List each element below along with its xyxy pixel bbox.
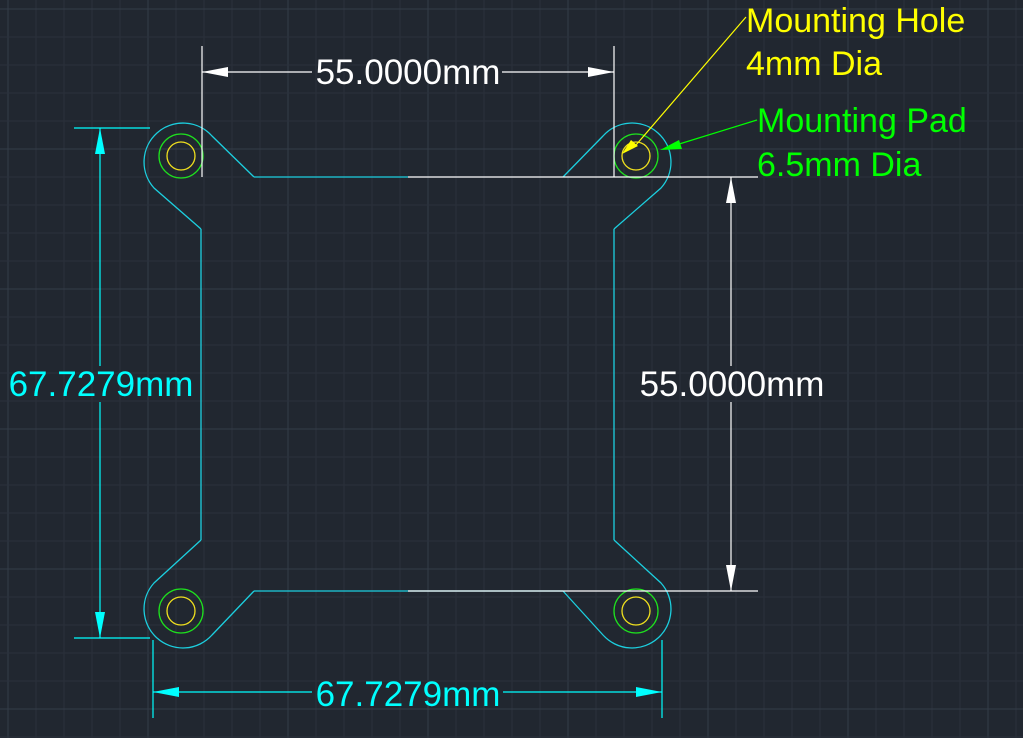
leader-line (675, 119, 758, 146)
dimension-label-right: 55.0000mm (640, 365, 825, 404)
hole-circle (166, 596, 196, 626)
arrowhead (95, 128, 105, 154)
hole-circle (621, 596, 651, 626)
pad-circle (158, 588, 204, 634)
callout-hole-line1: Mounting Hole (746, 2, 965, 40)
pad-circle (613, 133, 659, 179)
callout-hole-line2: 4mm Dia (746, 45, 882, 83)
arrowhead (588, 67, 614, 77)
dimension-label-bottom: 67.7279mm (316, 675, 501, 714)
outline-top-right-lobe (562, 122, 672, 230)
outline-top-left-lobe (143, 122, 255, 230)
arrowhead (202, 67, 228, 77)
leader-arrowhead (660, 140, 682, 150)
cad-drawing-canvas[interactable]: 55.0000mm 55.0000mm 67.7279mm 67.7279mm … (0, 0, 1023, 738)
mounting-pad-bottom-left[interactable] (158, 588, 204, 634)
dimension-right-vertical[interactable]: 55.0000mm (408, 176, 825, 592)
dimension-bottom-horizontal[interactable]: 67.7279mm (152, 640, 663, 718)
mounting-pad-bottom-right[interactable] (613, 588, 659, 634)
arrowhead (636, 687, 662, 697)
dimension-label-left: 67.7279mm (9, 365, 194, 404)
arrowhead (726, 177, 736, 203)
hole-circle (166, 141, 196, 171)
mounting-pad-top-left[interactable] (158, 133, 204, 179)
arrowhead (153, 687, 179, 697)
pad-circle (158, 133, 204, 179)
callout-mounting-pad[interactable]: Mounting Pad 6.5mm Dia (660, 102, 967, 184)
outline-bottom-left-lobe (143, 539, 255, 649)
arrowhead (726, 565, 736, 591)
outline-bottom-right-lobe (562, 539, 672, 649)
callout-pad-line1: Mounting Pad (757, 102, 967, 140)
mounting-pad-top-right[interactable] (613, 133, 659, 179)
dimension-top-horizontal[interactable]: 55.0000mm (201, 46, 615, 177)
dimension-label-top: 55.0000mm (316, 53, 501, 92)
callout-pad-line2: 6.5mm Dia (757, 146, 921, 184)
pad-circle (613, 588, 659, 634)
